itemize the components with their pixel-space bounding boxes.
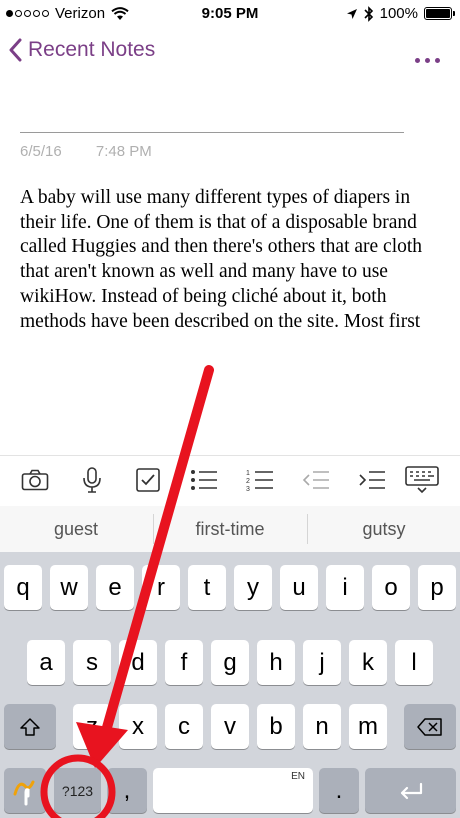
note-time: 7:48 PM bbox=[95, 143, 152, 160]
key-z[interactable]: z bbox=[73, 704, 111, 749]
key-y[interactable]: y bbox=[234, 565, 272, 610]
key-x[interactable]: x bbox=[119, 704, 157, 749]
key-b[interactable]: b bbox=[257, 704, 295, 749]
keyboard: q w e r t y u i o p a s d f g h j k l z … bbox=[0, 552, 460, 818]
note-timestamp: 6/5/16 7:48 PM bbox=[20, 143, 152, 160]
bulleted-list-icon bbox=[191, 470, 217, 490]
svg-text:3: 3 bbox=[246, 486, 250, 492]
camera-icon bbox=[21, 469, 49, 491]
checkbox-button[interactable] bbox=[133, 466, 163, 494]
navigation-bar: Recent Notes bbox=[0, 30, 460, 80]
period-key[interactable]: . bbox=[319, 768, 359, 813]
numbers-key-label: ?123 bbox=[61, 782, 94, 799]
camera-button[interactable] bbox=[20, 466, 50, 494]
return-arrow-icon bbox=[400, 782, 422, 799]
hide-keyboard-button[interactable] bbox=[402, 466, 442, 494]
chevron-left-icon bbox=[9, 38, 22, 62]
dictation-button[interactable] bbox=[77, 466, 107, 494]
key-s[interactable]: s bbox=[73, 640, 111, 685]
numbered-list-icon: 1 2 3 bbox=[246, 470, 273, 492]
shift-arrow-icon bbox=[20, 717, 40, 736]
comma-key[interactable]: , bbox=[107, 768, 147, 813]
key-c[interactable]: c bbox=[165, 704, 203, 749]
language-indicator: EN bbox=[291, 771, 305, 782]
key-n[interactable]: n bbox=[303, 704, 341, 749]
key-r[interactable]: r bbox=[142, 565, 180, 610]
more-dot-icon bbox=[435, 58, 440, 63]
key-d[interactable]: d bbox=[119, 640, 157, 685]
shift-key[interactable] bbox=[4, 704, 56, 749]
more-options-button[interactable] bbox=[415, 58, 440, 63]
backspace-icon bbox=[417, 717, 442, 736]
battery-icon bbox=[424, 7, 455, 20]
autocorrect-suggestions: guest first-time gutsy bbox=[0, 506, 460, 552]
battery-percent: 100% bbox=[379, 5, 418, 22]
back-button[interactable]: Recent Notes bbox=[8, 38, 155, 62]
more-dot-icon bbox=[415, 58, 420, 63]
more-dot-icon bbox=[425, 58, 430, 63]
key-q[interactable]: q bbox=[4, 565, 42, 610]
key-v[interactable]: v bbox=[211, 704, 249, 749]
key-k[interactable]: k bbox=[349, 640, 387, 685]
backspace-key[interactable] bbox=[404, 704, 456, 749]
note-date: 6/5/16 bbox=[20, 143, 62, 160]
space-key[interactable]: EN bbox=[153, 768, 313, 813]
swype-key[interactable] bbox=[4, 768, 46, 813]
key-t[interactable]: t bbox=[188, 565, 226, 610]
keyboard-dismiss-icon bbox=[405, 466, 439, 494]
bluetooth-icon bbox=[364, 5, 373, 22]
suggestion-3[interactable]: gutsy bbox=[308, 506, 460, 552]
key-a[interactable]: a bbox=[27, 640, 65, 685]
suggestion-2[interactable]: first-time bbox=[154, 506, 306, 552]
status-bar: Verizon 9:05 PM 100% bbox=[0, 0, 460, 28]
svg-text:2: 2 bbox=[246, 478, 250, 485]
numbers-key[interactable]: ?123 bbox=[54, 768, 101, 813]
outdent-button[interactable] bbox=[301, 466, 331, 494]
numbered-list-button[interactable]: 1 2 3 bbox=[245, 466, 275, 494]
key-f[interactable]: f bbox=[165, 640, 203, 685]
key-e[interactable]: e bbox=[96, 565, 134, 610]
bulleted-list-button[interactable] bbox=[189, 466, 219, 494]
key-u[interactable]: u bbox=[280, 565, 318, 610]
location-arrow-icon bbox=[346, 8, 357, 19]
indent-button[interactable] bbox=[357, 466, 387, 494]
key-i[interactable]: i bbox=[326, 565, 364, 610]
key-m[interactable]: m bbox=[349, 704, 387, 749]
return-key[interactable] bbox=[365, 768, 456, 813]
microphone-icon bbox=[83, 467, 101, 493]
suggestion-1[interactable]: guest bbox=[0, 506, 152, 552]
checkbox-icon bbox=[136, 468, 160, 492]
key-l[interactable]: l bbox=[395, 640, 433, 685]
back-button-label: Recent Notes bbox=[28, 38, 156, 61]
key-j[interactable]: j bbox=[303, 640, 341, 685]
swype-logo-icon bbox=[13, 780, 35, 805]
key-w[interactable]: w bbox=[50, 565, 88, 610]
svg-text:1: 1 bbox=[246, 470, 250, 477]
outdent-icon bbox=[302, 471, 329, 489]
key-g[interactable]: g bbox=[211, 640, 249, 685]
key-p[interactable]: p bbox=[418, 565, 456, 610]
note-body-text[interactable]: A baby will use many different types of … bbox=[20, 186, 440, 334]
key-h[interactable]: h bbox=[257, 640, 295, 685]
note-title-field[interactable] bbox=[20, 132, 404, 133]
key-o[interactable]: o bbox=[372, 565, 410, 610]
formatting-toolbar: 1 2 3 bbox=[0, 455, 460, 507]
indent-icon bbox=[359, 471, 385, 489]
